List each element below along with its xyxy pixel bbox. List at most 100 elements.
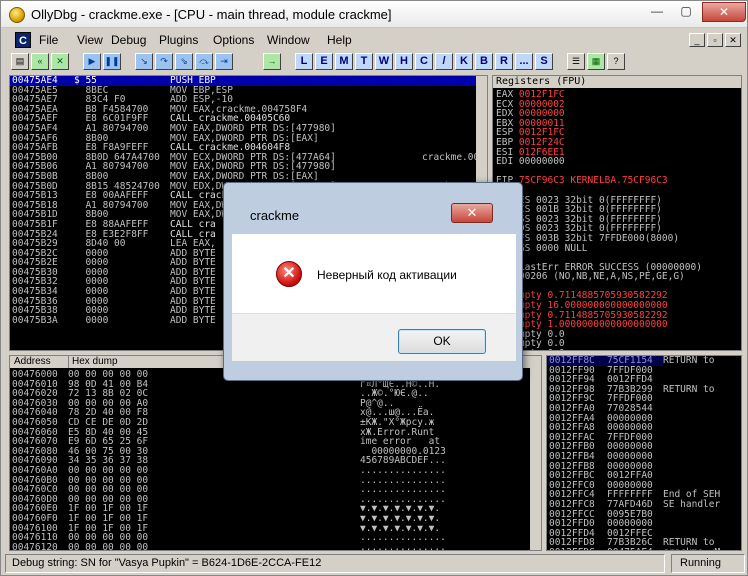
stack-comment: SE handler xyxy=(663,498,721,510)
disasm-comment xyxy=(422,76,479,86)
mdi-minimize-button[interactable]: _ xyxy=(689,33,705,47)
register-value: 00000000 xyxy=(518,156,565,168)
disasm-hex-column: $ 55 8BEC 83C4 F0 B8 F4584700 E8 6C01F9F… xyxy=(74,76,160,325)
stack-comment xyxy=(663,366,720,376)
mdi-close-button[interactable]: ✕ xyxy=(725,33,741,47)
stack-comment xyxy=(663,404,720,414)
open-icon[interactable]: ▤ xyxy=(11,53,29,70)
dump-address-column: 00476000 00476010 00476020 00476030 00476040… xyxy=(12,370,58,550)
disasm-address: 00475B3A xyxy=(12,314,58,326)
register-value: mpty 0.0 xyxy=(519,348,565,350)
register-value: 75CF96C3 KERNELBA.75CF96C3 xyxy=(518,175,668,187)
stack-comment xyxy=(663,423,720,433)
menu-options[interactable]: Options xyxy=(213,33,254,47)
disasm-comment xyxy=(422,114,479,124)
status-bar: Debug string: SN for "Vasya Pupkin" = B6… xyxy=(5,554,745,573)
close-debuggee-icon[interactable]: ✕ xyxy=(51,53,69,70)
modules-window-button[interactable]: E xyxy=(315,53,333,70)
dump-scrollbar[interactable] xyxy=(530,368,541,550)
register-line: mpty 0.0 xyxy=(496,348,708,350)
stack-comment: RETURN to xyxy=(663,383,715,395)
stack-comment-column: RETURN to RETURN to End of SEH SE handler… xyxy=(663,355,721,550)
dialog-close-button[interactable]: ✕ xyxy=(451,203,493,223)
cpu-window-icon[interactable]: C xyxy=(15,32,31,48)
ollydbg-window: OllyDbg - crackme.exe - [CPU - main thre… xyxy=(0,0,748,576)
trace-into-icon[interactable]: ⇘ xyxy=(175,53,193,70)
menu-view[interactable]: View xyxy=(77,33,103,47)
registers-header: Registers (FPU) xyxy=(493,76,741,88)
menu-plugins[interactable]: Plugins xyxy=(159,33,198,47)
memory-window-button[interactable]: M xyxy=(335,53,353,70)
breakpoints-button[interactable]: B xyxy=(475,53,493,70)
disasm-comment xyxy=(422,105,479,115)
stack-comment xyxy=(663,394,720,404)
registers-pane[interactable]: Registers (FPU) EAX 0012F1FC ECX 00000002… xyxy=(492,75,742,351)
disasm-hex: 0000 xyxy=(74,314,109,326)
disasm-comment xyxy=(422,95,479,105)
close-button[interactable]: ✕ xyxy=(702,2,746,22)
title-bar: OllyDbg - crackme.exe - [CPU - main thre… xyxy=(1,1,747,28)
register-line: EIP 75CF96C3 KERNELBA.75CF96C3 xyxy=(496,176,708,186)
hex-dump-pane[interactable]: Address Hex dump 00476000 00476010 0047602… xyxy=(9,355,542,551)
threads-window-button[interactable]: T xyxy=(355,53,373,70)
pause-icon[interactable]: ❚❚ xyxy=(103,53,121,70)
execute-till-return-icon[interactable]: ⇥ xyxy=(215,53,233,70)
disasm-comment xyxy=(422,124,479,134)
stack-comment xyxy=(663,442,720,452)
status-message: Debug string: SN for "Vasya Pupkin" = B6… xyxy=(5,554,665,573)
minimize-button[interactable]: — xyxy=(642,2,672,22)
trace-over-icon[interactable]: ⤼ xyxy=(195,53,213,70)
patches-window-button[interactable]: / xyxy=(435,53,453,70)
windows-window-button[interactable]: W xyxy=(375,53,393,70)
step-into-icon[interactable]: ↘ xyxy=(135,53,153,70)
stack-comment: crackme.<M xyxy=(663,548,720,550)
go-to-icon[interactable]: → xyxy=(263,53,281,70)
stack-comment xyxy=(663,519,720,529)
menu-debug[interactable]: Debug xyxy=(111,33,146,47)
error-icon: ✕ xyxy=(276,261,302,287)
stack-value-column: 75CF1154 7FFDF000 0012FFD4 77B3B299 7FFDF000… xyxy=(607,356,653,550)
menu-file[interactable]: File xyxy=(39,33,58,47)
disasm-comment xyxy=(422,134,479,144)
stack-comment xyxy=(663,462,720,472)
menu-window[interactable]: Window xyxy=(267,33,310,47)
dump-address-header: Address xyxy=(14,356,51,367)
register-value: 00206 (NO,NB,NE,A,NS,PE,GE,G) xyxy=(518,271,685,283)
log-window-button[interactable]: L xyxy=(295,53,313,70)
stack-comment xyxy=(663,433,720,443)
references-button[interactable]: R xyxy=(495,53,513,70)
disasm-comment: crackme.00 xyxy=(422,151,480,163)
cpu-window-button[interactable]: C xyxy=(415,53,433,70)
stack-comment: RETURN to xyxy=(663,355,715,366)
help-icon[interactable]: ? xyxy=(607,53,625,70)
mdi-restore-button[interactable]: ▫ xyxy=(707,33,723,47)
run-trace-button[interactable]: ... xyxy=(515,53,533,70)
register-list: EAX 0012F1FC ECX 00000002 EDX 00000000 EBX … xyxy=(496,90,708,350)
stack-address: 0012FFDC xyxy=(549,548,595,550)
maximize-button[interactable]: ▢ xyxy=(671,2,701,22)
stack-pane[interactable]: 0012FF8C 0012FF90 0012FF94 0012FF98 0012FF9C… xyxy=(546,355,742,551)
stack-comment xyxy=(663,452,720,462)
dialog-title: crackme xyxy=(250,208,300,223)
stack-address-column: 0012FF8C 0012FF90 0012FF94 0012FF98 0012FF9C… xyxy=(549,356,595,550)
register-value: GS 0000 NULL xyxy=(518,242,588,254)
menu-bar: C File View Debug Plugins Options Window… xyxy=(5,31,745,50)
list-icon[interactable]: ☰ xyxy=(567,53,585,70)
stack-selected-row xyxy=(547,356,663,366)
toolbar: ▤ « ✕ ▶ ❚❚ ↘ ↷ ⇘ ⤼ ⇥ → L E M T W H C / K… xyxy=(5,51,745,73)
disasm-comment xyxy=(422,162,479,172)
call-stack-button[interactable]: K xyxy=(455,53,473,70)
run-icon[interactable]: ▶ xyxy=(83,53,101,70)
source-button[interactable]: S xyxy=(535,53,553,70)
window-title: OllyDbg - crackme.exe - [CPU - main thre… xyxy=(31,7,392,22)
menu-help[interactable]: Help xyxy=(327,33,352,47)
grid-icon[interactable]: ▦ xyxy=(587,53,605,70)
register-line: GS 0000 NULL xyxy=(496,242,708,254)
handles-window-button[interactable]: H xyxy=(395,53,413,70)
stack-comment xyxy=(663,471,720,481)
register-line: 00206 (NO,NB,NE,A,NS,PE,GE,G) xyxy=(496,272,708,282)
step-over-icon[interactable]: ↷ xyxy=(155,53,173,70)
dump-ascii: ............... xyxy=(360,541,446,551)
ok-button[interactable]: OK xyxy=(398,329,486,354)
restart-icon[interactable]: « xyxy=(31,53,49,70)
